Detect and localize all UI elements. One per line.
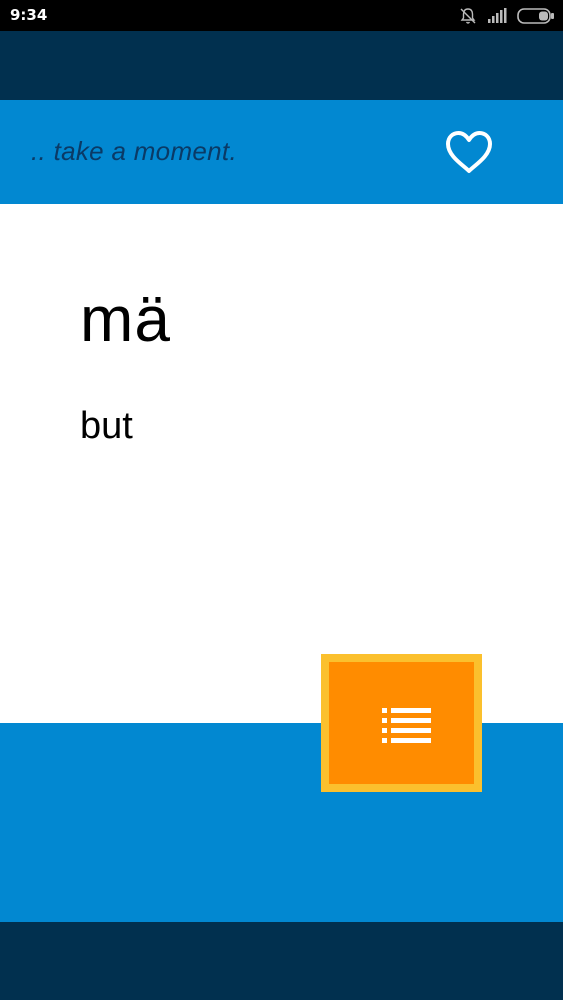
status-bar: 9:34: [0, 0, 563, 31]
status-icons: [459, 5, 555, 27]
notifications-off-icon: [460, 8, 476, 24]
heart-outline-icon: [446, 131, 492, 173]
header-band: .. take a moment.: [0, 100, 563, 204]
word-text: mä: [80, 283, 171, 355]
battery-icon: [517, 8, 554, 24]
word-list-button[interactable]: [321, 654, 482, 792]
status-time: 9:34: [10, 6, 48, 24]
word-card: mä but: [0, 204, 563, 723]
list-icon: [382, 708, 431, 743]
signal-icon: [488, 8, 507, 23]
translation-text: but: [80, 405, 133, 447]
favorite-button[interactable]: [443, 127, 495, 179]
tagline: .. take a moment.: [31, 136, 237, 166]
toolbar-background: [0, 31, 563, 100]
navigation-bar: [0, 922, 563, 1000]
